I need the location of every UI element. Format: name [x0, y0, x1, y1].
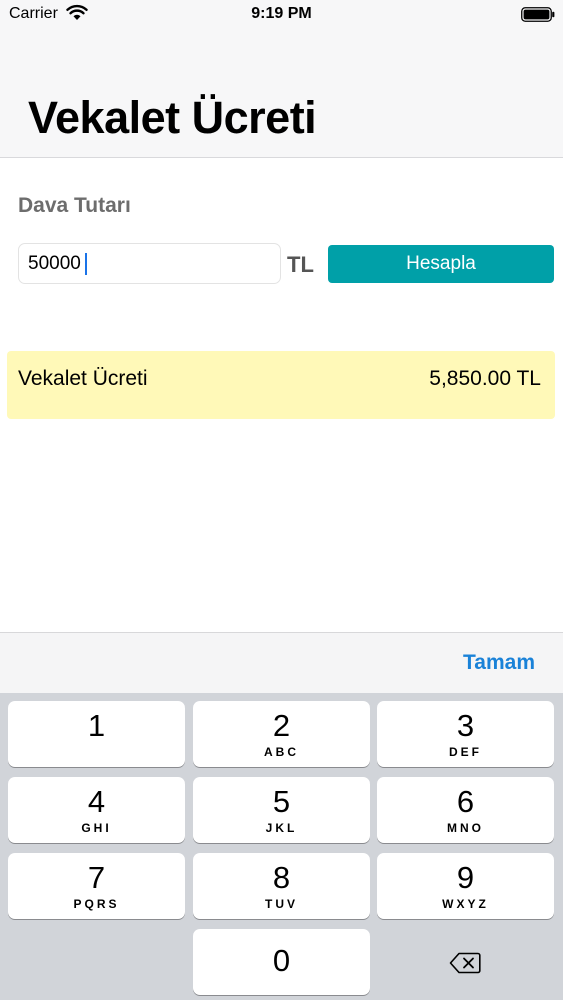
amount-input[interactable] [18, 243, 281, 284]
key-3[interactable]: 3 DEF [377, 701, 554, 767]
key-letters: MNO [447, 821, 484, 835]
battery-icon [521, 7, 555, 22]
key-9[interactable]: 9 WXYZ [377, 853, 554, 919]
backspace-icon [449, 952, 481, 974]
calculate-button[interactable]: Hesapla [328, 245, 554, 283]
number-keypad: 1 2 ABC 3 DEF 4 GHI 5 JKL 6 MNO 7 PQRS 8… [0, 693, 563, 1000]
key-digit: 6 [456, 784, 475, 819]
result-value: 5,850.00 TL [429, 367, 541, 390]
key-digit: 8 [272, 860, 291, 895]
delete-key[interactable] [376, 930, 553, 996]
key-letters: WXYZ [442, 897, 489, 911]
key-digit: 5 [272, 784, 291, 819]
key-letters: DEF [449, 745, 482, 759]
key-0[interactable]: 0 [193, 929, 370, 995]
key-letters: GHI [81, 821, 112, 835]
key-letters: JKL [265, 821, 298, 835]
key-digit: 9 [456, 860, 475, 895]
result-card: Vekalet Ücreti 5,850.00 TL [7, 351, 555, 419]
key-6[interactable]: 6 MNO [377, 777, 554, 843]
key-letters: PQRS [73, 897, 120, 911]
key-digit: 1 [87, 708, 106, 743]
done-button[interactable]: Tamam [463, 651, 535, 675]
clock-time: 9:19 PM [251, 5, 312, 22]
key-digit: 0 [272, 943, 291, 978]
text-cursor [85, 253, 87, 275]
key-digit: 2 [272, 708, 291, 743]
key-8[interactable]: 8 TUV [193, 853, 370, 919]
key-5[interactable]: 5 JKL [193, 777, 370, 843]
page-title: Vekalet Ücreti [28, 92, 317, 143]
key-7[interactable]: 7 PQRS [8, 853, 185, 919]
key-letters: ABC [264, 745, 299, 759]
result-label: Vekalet Ücreti [18, 367, 148, 390]
status-bar: Carrier 9:19 PM [0, 0, 563, 30]
key-1[interactable]: 1 [8, 701, 185, 767]
key-4[interactable]: 4 GHI [8, 777, 185, 843]
keyboard-accessory-bar: Tamam [0, 632, 563, 693]
currency-label: TL [287, 252, 314, 277]
key-digit: 4 [87, 784, 106, 819]
key-digit: 3 [456, 708, 475, 743]
key-letters: TUV [265, 897, 298, 911]
key-digit: 7 [87, 860, 106, 895]
key-2[interactable]: 2 ABC [193, 701, 370, 767]
dava-tutari-label: Dava Tutarı [18, 194, 131, 217]
